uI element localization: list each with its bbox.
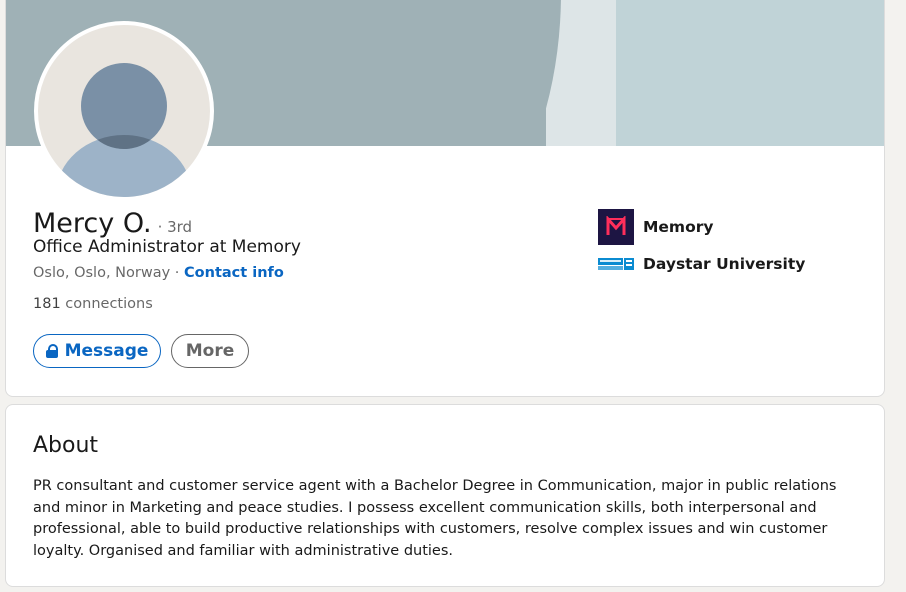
connection-degree: · 3rd	[157, 218, 193, 236]
banner-right-panel	[612, 0, 884, 146]
memory-logo-icon	[598, 209, 634, 245]
experience-org-memory[interactable]: Memory	[598, 209, 713, 245]
org-name-memory: Memory	[643, 218, 714, 236]
location-separator: ·	[170, 265, 185, 281]
contact-info-link[interactable]: Contact info	[184, 265, 284, 281]
profile-name: Mercy O.	[33, 208, 152, 239]
location-row: Oslo, Oslo, Norway · Contact info	[33, 265, 284, 281]
connections-count[interactable]: 181 connections	[33, 296, 153, 312]
more-button-label: More	[185, 341, 235, 361]
profile-headline: Office Administrator at Memory	[33, 237, 301, 257]
daystar-university-logo-icon	[598, 254, 634, 274]
connections-label: connections	[60, 296, 153, 312]
education-org-daystar[interactable]: Daystar University	[598, 254, 805, 274]
about-section-title: About	[33, 433, 99, 458]
profile-location: Oslo, Oslo, Norway	[33, 265, 171, 281]
avatar-silhouette-shadow	[81, 63, 167, 149]
org-name-daystar: Daystar University	[643, 255, 806, 273]
profile-avatar[interactable]	[34, 21, 214, 201]
message-button-label: Message	[64, 341, 149, 361]
message-button[interactable]: Message	[33, 334, 161, 368]
about-section-text: PR consultant and customer service agent…	[33, 478, 837, 559]
lock-icon	[45, 344, 58, 358]
connections-number: 181	[33, 296, 61, 312]
more-button[interactable]: More	[171, 334, 249, 368]
name-row: Mercy O. · 3rd	[33, 208, 192, 239]
profile-card: Mercy O. · 3rd Office Administrator at M…	[5, 0, 885, 397]
banner-curve-shape	[366, 0, 561, 146]
about-card: About PR consultant and customer service…	[5, 404, 885, 587]
